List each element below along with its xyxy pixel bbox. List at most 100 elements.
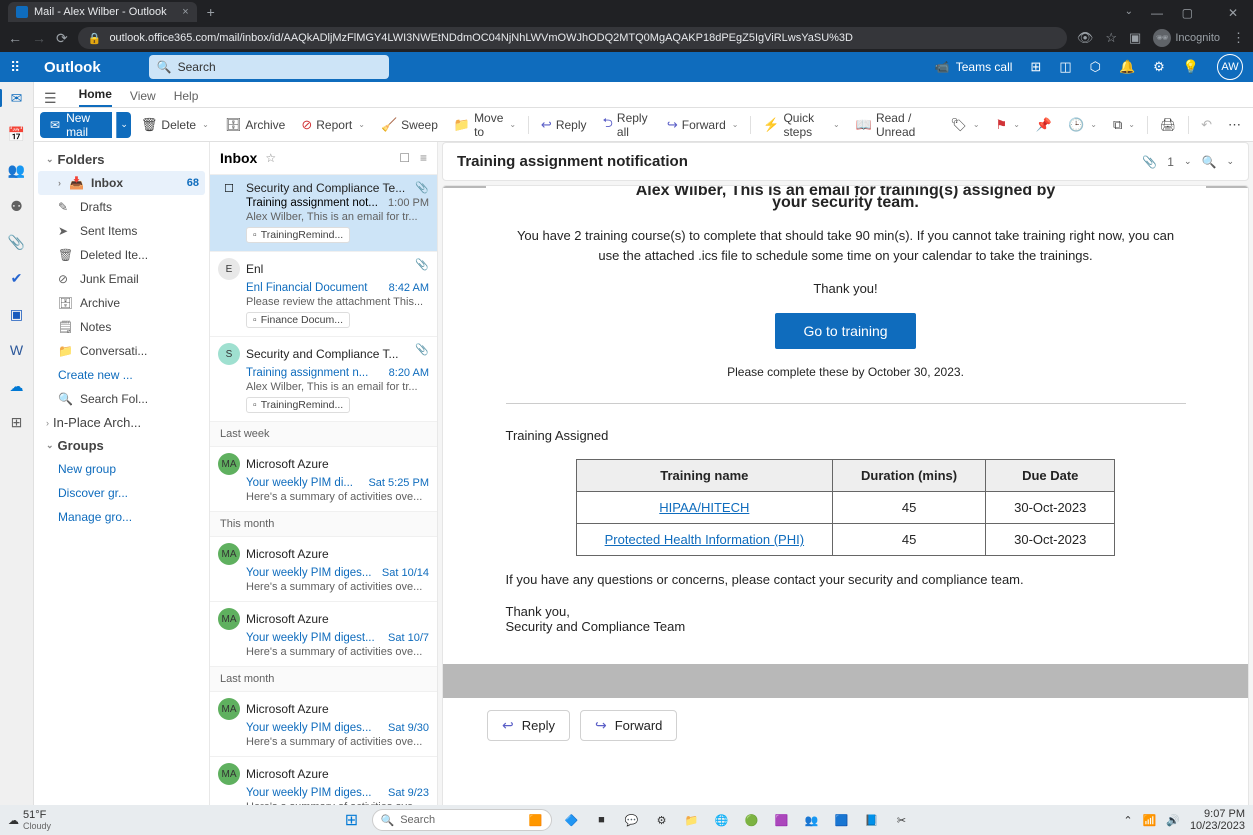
browser-tab[interactable]: Mail - Alex Wilber - Outlook × (8, 2, 197, 22)
folders-header[interactable]: ⌄Folders (38, 148, 205, 171)
folder-drafts[interactable]: ✎Drafts (38, 195, 205, 219)
discover-groups-link[interactable]: Discover gr... (38, 481, 205, 505)
app-launcher-icon[interactable]: ⠿ (10, 59, 38, 76)
filter-icon[interactable]: ≡ (420, 151, 427, 165)
groups-header[interactable]: ⌄Groups (38, 434, 205, 457)
taskbar-explorer-icon[interactable]: 📁 (682, 810, 702, 830)
back-icon[interactable]: ← (8, 30, 22, 46)
message-item[interactable]: 📎 E Enl Enl Financial Document8:42 AM Pl… (210, 252, 437, 337)
reply-all-button[interactable]: ⮌Reply all (597, 112, 657, 138)
ribbon-toggle-icon[interactable]: ⬡ (1090, 59, 1101, 75)
folder-search[interactable]: 🔍Search Fol... (38, 387, 205, 411)
settings-icon[interactable]: ⚙ (1153, 59, 1165, 75)
message-item[interactable]: 📎 S Security and Compliance T... Trainin… (210, 337, 437, 422)
taskbar-chrome-icon[interactable]: 🟢 (742, 810, 762, 830)
inplace-archive-header[interactable]: ›In-Place Arch... (38, 411, 205, 434)
taskbar-app-icon[interactable]: 💬 (622, 810, 642, 830)
message-item[interactable]: MA Microsoft Azure Your weekly PIM diges… (210, 692, 437, 757)
rail-app1-icon[interactable]: ▣ (7, 304, 27, 324)
rail-calendar-icon[interactable]: 📅 (7, 124, 27, 144)
attachment-icon[interactable]: 📎 (1142, 155, 1157, 169)
report-button[interactable]: ⊘Report⌄ (295, 112, 371, 138)
star-icon[interactable]: ☆ (265, 151, 276, 165)
eye-off-icon[interactable]: 👁 (1077, 30, 1094, 46)
delete-button[interactable]: 🗑Delete⌄ (135, 112, 215, 138)
weather-widget[interactable]: ☁ 51°F Cloudy (8, 809, 51, 831)
forward-button[interactable]: ↪Forward⌄ (661, 112, 745, 138)
start-button[interactable]: ⊞ (342, 810, 362, 830)
chevron-down-icon[interactable]: ⌄ (1226, 156, 1234, 167)
message-item[interactable]: 📎 ☐ Security and Compliance Te... Traini… (210, 175, 437, 252)
tray-chevron-icon[interactable]: ⌃ (1123, 814, 1132, 827)
window-close-icon[interactable]: ✕ (1228, 6, 1238, 20)
new-mail-button[interactable]: ✉New mail (40, 112, 112, 138)
url-input[interactable]: 🔒 outlook.office365.com/mail/inbox/id/AA… (78, 27, 1067, 49)
rail-todo-icon[interactable]: ✔ (7, 268, 27, 288)
folder-conversations[interactable]: 📁Conversati... (38, 339, 205, 363)
rail-people-icon[interactable]: 👥 (7, 160, 27, 180)
tab-home[interactable]: Home (79, 87, 112, 107)
window-dropdown-icon[interactable]: ⌄ (1125, 6, 1133, 17)
reading-body[interactable]: Alex Wilber, This is an email for traini… (442, 185, 1249, 831)
new-tab-button[interactable]: + (207, 4, 215, 20)
message-item[interactable]: MA Microsoft Azure Your weekly PIM diges… (210, 602, 437, 667)
search-input[interactable]: 🔍 Search (149, 55, 389, 79)
folder-notes[interactable]: 🗒Notes (38, 315, 205, 339)
message-list-body[interactable]: 📎 ☐ Security and Compliance Te... Traini… (210, 175, 437, 835)
maximize-icon[interactable]: ▢ (1182, 6, 1193, 20)
overflow-button[interactable]: ⋯ (1222, 112, 1247, 138)
minimize-icon[interactable]: — (1151, 6, 1163, 20)
reply-action-button[interactable]: ↩Reply (487, 710, 570, 741)
tag-button[interactable]: 🏷⌄ (944, 112, 985, 138)
go-to-training-button[interactable]: Go to training (775, 313, 915, 349)
manage-groups-link[interactable]: Manage gro... (38, 505, 205, 529)
taskbar-app-icon[interactable]: 🟪 (772, 810, 792, 830)
folder-sent[interactable]: ➤Sent Items (38, 219, 205, 243)
teams-call-button[interactable]: 📹 Teams call (935, 60, 1013, 74)
print-button[interactable]: 🖨 (1154, 112, 1183, 138)
taskbar-teams-icon[interactable]: 👥 (802, 810, 822, 830)
folder-junk[interactable]: ⊘Junk Email (38, 267, 205, 291)
account-avatar[interactable]: AW (1217, 54, 1243, 80)
folder-deleted[interactable]: 🗑Deleted Ite... (38, 243, 205, 267)
taskbar-app-icon[interactable]: ⚙ (652, 810, 672, 830)
create-folder-link[interactable]: Create new ... (38, 363, 205, 387)
incognito-indicator[interactable]: 🕶 Incognito (1153, 29, 1220, 47)
tray-volume-icon[interactable]: 🔊 (1166, 814, 1180, 827)
zoom-icon[interactable]: 🔍 (1202, 155, 1217, 169)
checkbox-icon[interactable]: ☐ (218, 182, 240, 195)
tab-view[interactable]: View (130, 89, 156, 107)
taskbar-edge-icon[interactable]: 🌐 (712, 810, 732, 830)
read-unread-button[interactable]: 📖Read / Unread (850, 112, 941, 138)
bookmark-icon[interactable]: ☆ (1105, 30, 1117, 46)
message-item[interactable]: MA Microsoft Azure Your weekly PIM diges… (210, 537, 437, 602)
archive-button[interactable]: 🗄Archive (219, 112, 292, 138)
new-group-link[interactable]: New group (38, 457, 205, 481)
taskbar-search[interactable]: 🔍Search🟧 (372, 809, 552, 831)
snooze-button[interactable]: 🕒⌄ (1062, 112, 1103, 138)
taskbar-word-icon[interactable]: 📘 (862, 810, 882, 830)
rail-more-icon[interactable]: ⊞ (7, 412, 27, 432)
rail-mail-icon[interactable]: ✉ (7, 88, 27, 108)
tab-help[interactable]: Help (174, 89, 199, 107)
select-all-icon[interactable]: ☐ (399, 151, 410, 165)
taskbar-app-icon[interactable]: 🟦 (832, 810, 852, 830)
rail-groups-icon[interactable]: ⚉ (7, 196, 27, 216)
rail-word-icon[interactable]: W (7, 340, 27, 360)
flag-button[interactable]: ⚑⌄ (990, 112, 1026, 138)
my-day-icon[interactable]: ◫ (1059, 59, 1071, 75)
rail-files-icon[interactable]: 📎 (7, 232, 27, 252)
message-item[interactable]: MA Microsoft Azure Your weekly PIM di...… (210, 447, 437, 512)
extensions-icon[interactable]: ▣ (1129, 30, 1141, 46)
reload-icon[interactable]: ⟳ (56, 30, 68, 47)
meet-now-icon[interactable]: ⊞ (1030, 59, 1041, 75)
training-link[interactable]: Protected Health Information (PHI) (605, 532, 804, 547)
new-mail-dropdown[interactable]: ⌄ (116, 112, 131, 138)
undo-button[interactable]: ↶ (1195, 112, 1218, 138)
rail-onedrive-icon[interactable]: ☁ (7, 376, 27, 396)
folder-inbox[interactable]: ›📥Inbox68 (38, 171, 205, 195)
forward-icon[interactable]: → (32, 30, 46, 46)
quick-steps-button[interactable]: ⚡Quick steps⌄ (757, 112, 845, 138)
tips-icon[interactable]: 💡 (1183, 59, 1199, 75)
forward-action-button[interactable]: ↪Forward (580, 710, 677, 741)
